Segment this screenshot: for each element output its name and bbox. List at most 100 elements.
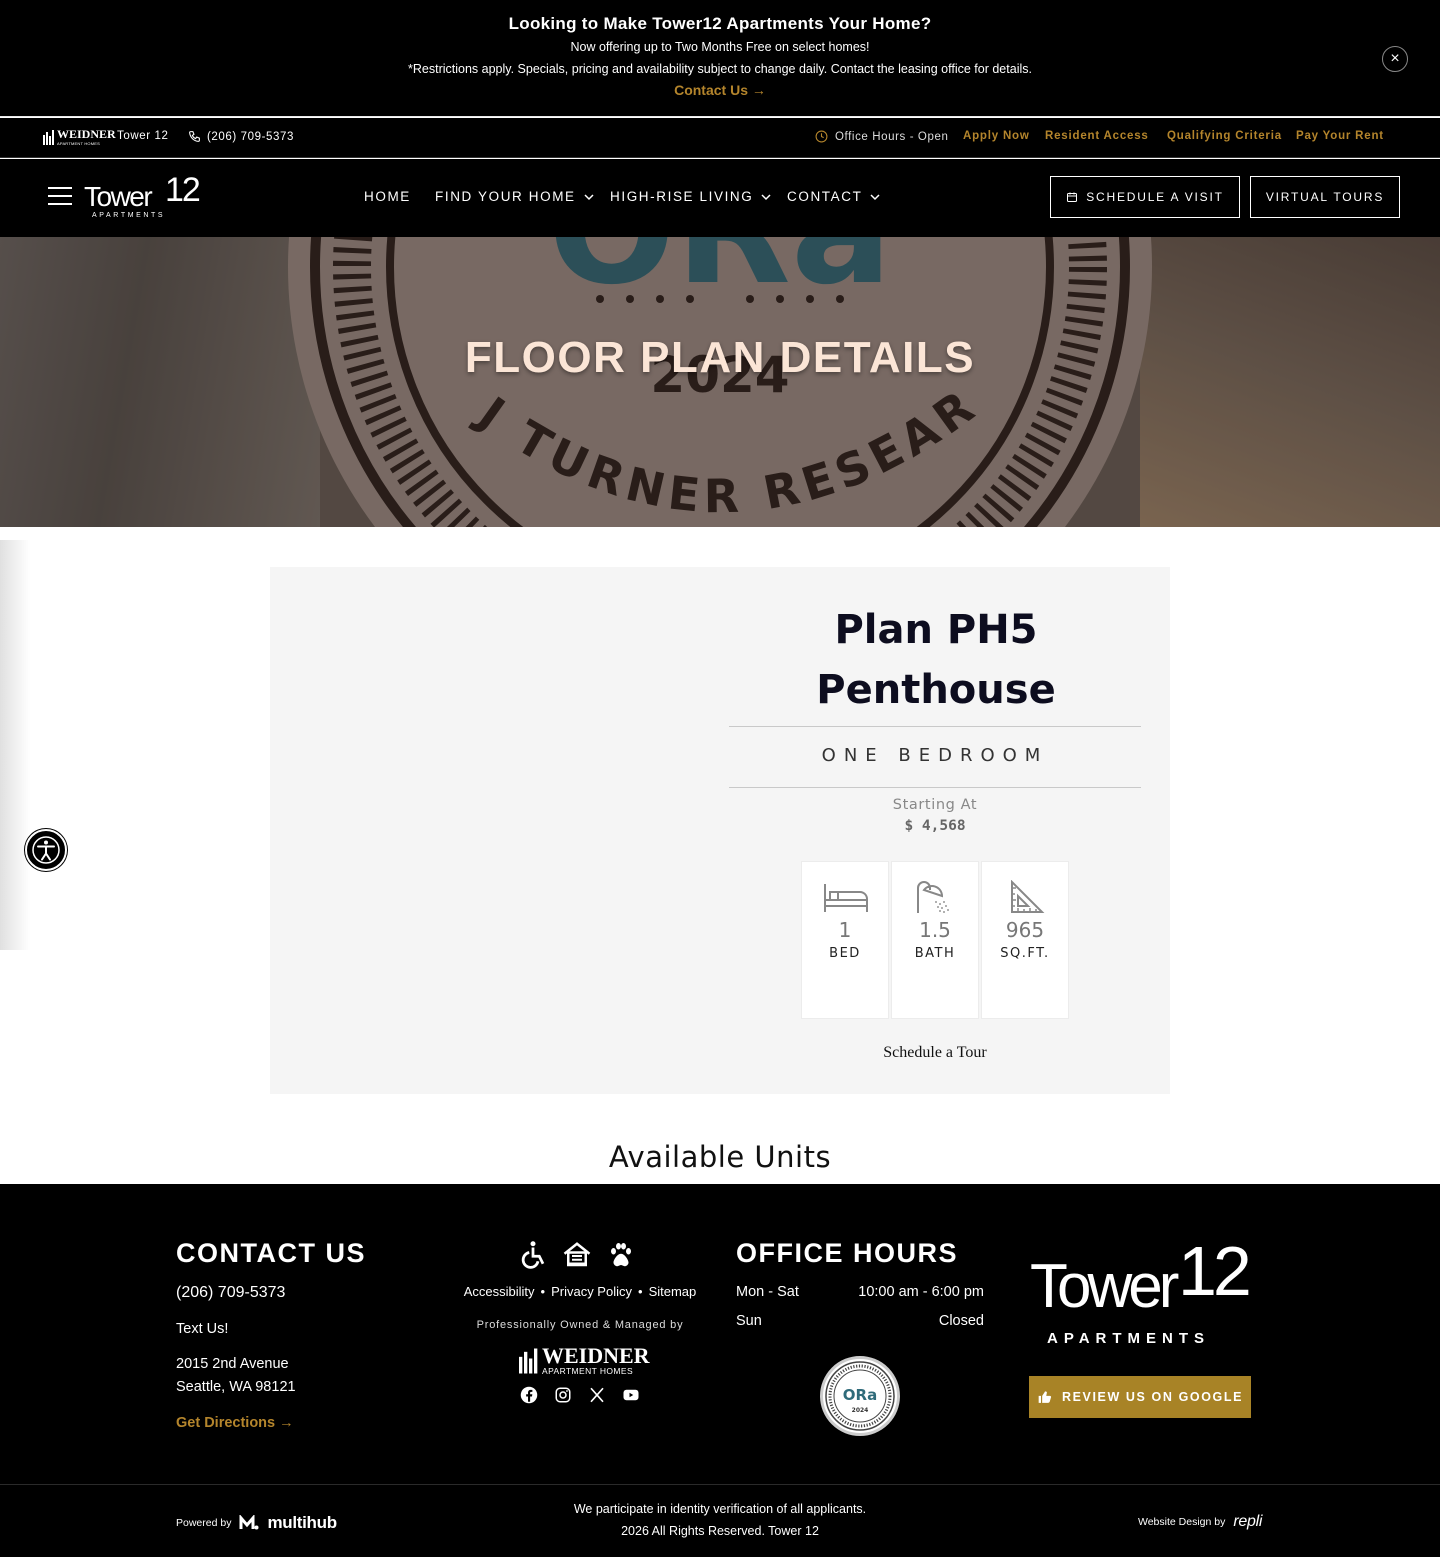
policy-icons: [518, 1240, 636, 1270]
footer-links: Accessibility • Privacy Policy • Sitemap: [440, 1284, 720, 1299]
accessibility-widget-button[interactable]: [25, 829, 67, 871]
weidner-building-icon: [519, 1348, 538, 1374]
main-nav: Tower 12 APARTMENTS HOME FIND YOUR HOME …: [0, 159, 1440, 237]
plan-title: Plan PH5 Penthouse: [816, 607, 1056, 713]
sqft-value: 965: [1005, 918, 1045, 942]
available-units-heading: Available Units: [608, 1140, 832, 1174]
pay-your-rent-link[interactable]: Pay Your Rent: [1296, 130, 1384, 142]
stat-sqft: 965 SQ.FT.: [981, 861, 1069, 1019]
accessibility-panel-edge: [0, 540, 30, 950]
promo-title: Looking to Make Tower12 Apartments Your …: [508, 14, 932, 33]
utility-bar: WEIDNER APARTMENT HOMES Tower 12 (206) 7…: [0, 118, 1440, 158]
arrow-right-icon: →: [275, 1415, 294, 1431]
office-hours-label: Office Hours - Open: [835, 130, 949, 143]
hamburger-menu-icon[interactable]: [48, 187, 72, 207]
apply-now-link[interactable]: Apply Now: [963, 130, 1030, 142]
nav-high-rise-living-label: HIGH-RISE LIVING: [610, 189, 754, 204]
shower-icon: [917, 881, 949, 913]
design-by-label: Website Design by: [1138, 1516, 1226, 1528]
nav-contact[interactable]: CONTACT: [787, 189, 880, 204]
calendar-icon: [1067, 192, 1078, 202]
footer-weidner-wordmark: WEIDNER APARTMENT HOMES: [542, 1343, 650, 1377]
footer-weidner-logo[interactable]: WEIDNER APARTMENT HOMES: [519, 1343, 650, 1377]
schedule-tour-link[interactable]: Schedule a Tour: [729, 1044, 1141, 1062]
facebook-icon[interactable]: [520, 1386, 538, 1404]
footer-weidner-text: WEIDNER: [542, 1343, 650, 1368]
weidner-logo[interactable]: WEIDNER APARTMENT HOMES: [43, 128, 116, 146]
nav-home-label: HOME: [364, 189, 411, 204]
nav-find-your-home-label: FIND YOUR HOME: [435, 189, 576, 204]
logo-number: 12: [165, 171, 201, 209]
review-google-label: REVIEW US ON GOOGLE: [1061, 1390, 1244, 1404]
qualifying-criteria-link[interactable]: Qualifying Criteria: [1167, 130, 1282, 142]
managed-by-text: Professionally Owned & Managed by: [476, 1319, 684, 1331]
hours-time: 10:00 am - 6:00 pm: [858, 1284, 984, 1300]
footer-logo-number: 12: [1178, 1232, 1252, 1310]
bed-icon: [824, 884, 868, 912]
footer-phone-link[interactable]: (206) 709-5373: [176, 1284, 285, 1302]
footer-tower12-logo[interactable]: Tower 12 APARTMENTS: [1030, 1236, 1255, 1352]
weidner-building-icon: [43, 130, 54, 145]
separator-dot: •: [638, 1284, 643, 1299]
logo-wordmark: Tower: [84, 181, 153, 212]
starting-price: $ 4,568: [904, 818, 966, 834]
resident-access-link[interactable]: Resident Access: [1045, 130, 1149, 142]
social-links: [520, 1386, 640, 1404]
get-directions-link[interactable]: Get Directions →: [176, 1415, 294, 1431]
equal-housing-icon: [563, 1242, 591, 1267]
stat-bath: 1.5 BATH: [891, 861, 979, 1019]
utility-phone-link[interactable]: (206) 709-5373: [188, 130, 294, 143]
accessibility-person-icon: [32, 836, 60, 864]
wheelchair-icon: [521, 1241, 545, 1269]
promo-offer-text: Now offering up to Two Months Free on se…: [570, 40, 870, 54]
nav-contact-label: CONTACT: [787, 189, 863, 204]
promo-contact-label: Contact Us: [674, 82, 748, 98]
text-us-link[interactable]: Text Us!: [176, 1321, 228, 1337]
instagram-icon[interactable]: [554, 1386, 572, 1404]
hours-day: Mon - Sat: [736, 1284, 799, 1300]
accessibility-link[interactable]: Accessibility: [464, 1284, 535, 1299]
starting-at-label: Starting At: [892, 797, 978, 813]
footer: CONTACT US (206) 709-5373 Text Us! 2015 …: [0, 1184, 1440, 1557]
privacy-policy-link[interactable]: Privacy Policy: [551, 1284, 632, 1299]
nav-home[interactable]: HOME: [364, 189, 411, 204]
floor-plan-card: Plan PH5 Penthouse ONE BEDROOM Starting …: [270, 567, 1170, 1094]
x-twitter-icon[interactable]: [588, 1386, 606, 1404]
repli-wordmark: repli: [1233, 1513, 1263, 1530]
promo-contact-link[interactable]: Contact Us →: [0, 82, 1440, 98]
page-title: FLOOR PLAN DETAILS: [464, 333, 976, 382]
community-name: Tower 12: [117, 130, 169, 142]
website-design-by-repli[interactable]: Website Design by repli: [1138, 1513, 1262, 1531]
bed-count: 1: [838, 918, 852, 942]
address-line-2: Seattle, WA 98121: [176, 1379, 296, 1395]
review-google-button[interactable]: REVIEW US ON GOOGLE: [1029, 1376, 1251, 1418]
close-icon[interactable]: ×: [1382, 46, 1408, 72]
footer-logo-wordmark: Tower: [1030, 1252, 1179, 1321]
thumbs-up-icon: [1038, 1391, 1052, 1403]
office-hours-status[interactable]: Office Hours - Open: [815, 130, 948, 143]
ora-badge-text: ORa: [843, 1386, 877, 1404]
contact-heading: CONTACT US: [176, 1238, 366, 1268]
hours-time: Closed: [938, 1313, 984, 1329]
schedule-visit-button[interactable]: SCHEDULE A VISIT: [1050, 176, 1240, 218]
nav-find-your-home[interactable]: FIND YOUR HOME: [435, 189, 594, 204]
hours-day: Sun: [736, 1313, 762, 1329]
bath-label: BATH: [914, 946, 956, 961]
promo-disclaimer: *Restrictions apply. Specials, pricing a…: [408, 62, 1032, 76]
address-line-1: 2015 2nd Avenue: [176, 1356, 289, 1372]
divider: [729, 787, 1141, 788]
stat-bed: 1 BED: [801, 861, 889, 1019]
promo-banner: Looking to Make Tower12 Apartments Your …: [0, 0, 1440, 117]
weidner-subtext: APARTMENT HOMES: [57, 141, 101, 146]
youtube-icon[interactable]: [622, 1386, 640, 1404]
tower12-logo[interactable]: Tower 12 APARTMENTS: [84, 171, 201, 223]
utility-phone-label: (206) 709-5373: [207, 130, 295, 143]
schedule-visit-label: SCHEDULE A VISIT: [1086, 190, 1224, 204]
virtual-tours-label: VIRTUAL TOURS: [1265, 190, 1385, 204]
divider: [0, 1484, 1440, 1485]
virtual-tours-button[interactable]: VIRTUAL TOURS: [1250, 176, 1400, 218]
clock-icon: [815, 130, 828, 143]
sitemap-link[interactable]: Sitemap: [649, 1284, 697, 1299]
nav-high-rise-living[interactable]: HIGH-RISE LIVING: [610, 189, 771, 204]
office-hours-heading: OFFICE HOURS: [736, 1238, 959, 1268]
